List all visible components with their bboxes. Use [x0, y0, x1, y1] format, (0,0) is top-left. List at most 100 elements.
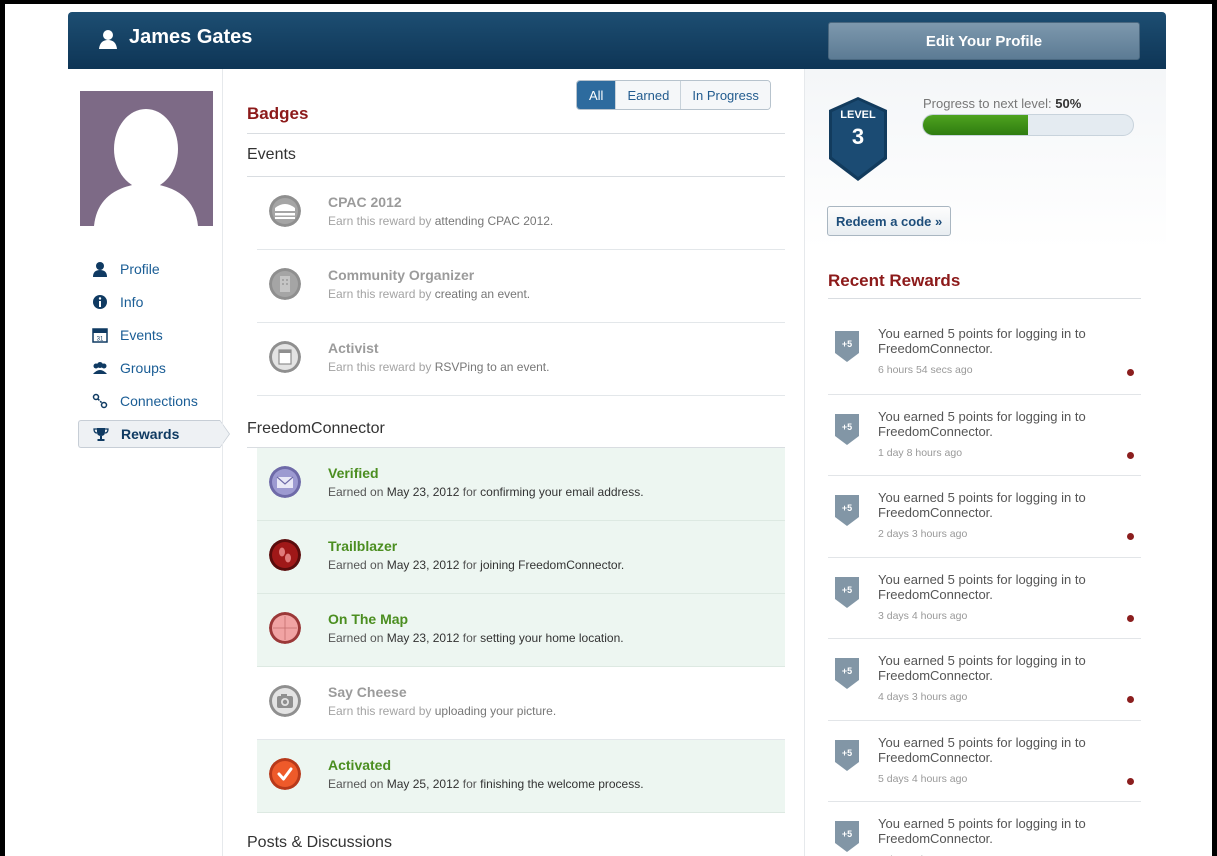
- unread-dot: [1127, 533, 1134, 540]
- points-label: +5: [842, 829, 852, 839]
- badge-description: Earn this reward by uploading your pictu…: [328, 704, 557, 718]
- section-heading-events: Events: [247, 146, 296, 163]
- points-label: +5: [842, 503, 852, 513]
- user-name: James Gates: [129, 26, 253, 48]
- points-label: +5: [842, 748, 852, 758]
- points-badge-icon: +5: [835, 495, 859, 526]
- unread-dot: [1127, 696, 1134, 703]
- window-frame-left: [0, 0, 5, 856]
- user-icon: [99, 30, 117, 49]
- filter-earned-button[interactable]: Earned: [615, 81, 681, 109]
- sidebar-nav: Profile Info 31 Events Groups Connection…: [78, 252, 230, 448]
- level-progress-fill: [923, 115, 1028, 135]
- badge-name: Activist: [328, 340, 379, 356]
- unread-dot: [1127, 614, 1134, 622]
- sidebar-item-groups[interactable]: Groups: [78, 351, 230, 384]
- reward-text: You earned 5 points for logging in to Fr…: [878, 326, 1086, 356]
- sidebar-divider: [222, 69, 223, 856]
- badge-name: CPAC 2012: [328, 194, 402, 210]
- connections-icon: [92, 393, 108, 408]
- badge-name: Community Organizer: [328, 267, 475, 283]
- sidebar-item-events[interactable]: 31 Events: [78, 318, 230, 351]
- level-progress-bar: [922, 114, 1134, 136]
- reward-time: 2 days 3 hours ago: [878, 528, 968, 540]
- reward-text: You earned 5 points for logging in to Fr…: [878, 571, 1086, 602]
- sidebar-item-label: Profile: [120, 260, 160, 277]
- badge-row[interactable]: Trailblazer Earned on May 23, 2012 for j…: [257, 521, 785, 594]
- sidebar-item-label: Info: [120, 293, 144, 310]
- reward-item[interactable]: +5 You earned 5 points for logging in to …: [828, 312, 1141, 394]
- reward-text: You earned 5 points for logging in to Fr…: [878, 490, 1086, 520]
- badge-row[interactable]: Community Organizer Earn this reward by …: [257, 250, 785, 323]
- sidebar-item-connections[interactable]: Connections: [78, 384, 230, 417]
- reward-item[interactable]: +5 You earned 5 points for logging in to …: [828, 801, 1141, 856]
- default-avatar-icon: [80, 91, 213, 226]
- reward-item[interactable]: +5 You earned 5 points for logging in to …: [828, 393, 1141, 476]
- info-icon: [93, 294, 107, 309]
- points-label: +5: [842, 339, 852, 349]
- points-label: +5: [842, 422, 852, 432]
- profile-container: James Gates Edit Your Profile Profile In…: [68, 12, 1166, 856]
- reward-text: You earned 5 points for logging in to Fr…: [878, 653, 1086, 683]
- badge-name: Verified: [328, 465, 379, 481]
- badge-name: Trailblazer: [328, 538, 398, 554]
- window-frame-right: [1212, 0, 1217, 856]
- sidebar-item-info[interactable]: Info: [78, 285, 230, 318]
- sidebar-item-profile[interactable]: Profile: [78, 252, 230, 285]
- flag-badge-icon: [269, 195, 301, 227]
- points-badge-icon: +5: [835, 739, 859, 771]
- user-icon: [93, 261, 107, 277]
- points-label: +5: [842, 585, 852, 595]
- badge-description: Earned on May 23, 2012 for confirming yo…: [328, 485, 644, 499]
- filter-in-progress-button[interactable]: In Progress: [680, 81, 770, 109]
- window-frame-top: [0, 0, 1217, 4]
- checkmark-badge-icon: [269, 758, 301, 790]
- reward-time: 3 days 4 hours ago: [878, 609, 968, 622]
- calendar-icon: 31: [92, 327, 108, 343]
- badge-row[interactable]: On The Map Earned on May 23, 2012 for se…: [257, 594, 785, 667]
- points-badge-icon: +5: [835, 331, 859, 362]
- edit-profile-button[interactable]: Edit Your Profile: [828, 22, 1140, 60]
- trophy-icon: [93, 428, 109, 441]
- level-panel: LEVEL 3 Progress to next level: 50% Rede…: [805, 69, 1166, 249]
- reward-text: You earned 5 points for logging in to Fr…: [878, 408, 1086, 439]
- reward-item[interactable]: +5 You earned 5 points for logging in to …: [828, 719, 1141, 802]
- reward-item[interactable]: +5 You earned 5 points for logging in to …: [828, 638, 1141, 720]
- level-number: 3: [851, 124, 865, 149]
- camera-badge-icon: [269, 685, 301, 717]
- recent-rewards-title: Recent Rewards: [828, 271, 961, 290]
- filter-all-button[interactable]: All: [577, 81, 616, 109]
- reward-item[interactable]: +5 You earned 5 points for logging in to …: [828, 475, 1141, 557]
- reward-text: You earned 5 points for logging in to Fr…: [878, 734, 1086, 765]
- badges-title: Badges: [247, 104, 309, 123]
- badge-row[interactable]: Say Cheese Earn this reward by uploading…: [257, 667, 785, 740]
- envelope-badge-icon: [269, 466, 301, 498]
- points-label: +5: [842, 666, 852, 676]
- reward-time: 5 days 4 hours ago: [878, 772, 968, 785]
- badge-description: Earned on May 23, 2012 for joining Freed…: [328, 558, 625, 572]
- sidebar-item-rewards[interactable]: Rewards: [78, 420, 230, 448]
- badge-description: Earned on May 23, 2012 for setting your …: [328, 631, 624, 645]
- section-heading-freedomconnector: FreedomConnector: [247, 420, 385, 437]
- footprints-badge-icon: [269, 539, 301, 571]
- badge-row[interactable]: Activated Earned on May 25, 2012 for fin…: [257, 740, 785, 813]
- profile-header: James Gates Edit Your Profile: [68, 12, 1166, 69]
- avatar[interactable]: [80, 91, 213, 226]
- badge-name: Activated: [328, 757, 392, 773]
- points-badge-icon: +5: [835, 576, 859, 608]
- reward-time: 6 hours 54 secs ago: [878, 364, 973, 376]
- compass-badge-icon: [269, 612, 301, 644]
- badge-row[interactable]: Verified Earned on May 23, 2012 for conf…: [257, 448, 785, 521]
- level-label: LEVEL: [840, 109, 876, 121]
- calendar-badge-icon: [269, 341, 301, 373]
- groups-icon: [93, 361, 107, 374]
- points-badge-icon: +5: [835, 658, 859, 689]
- badge-row[interactable]: Activist Earn this reward by RSVPing to …: [257, 323, 785, 396]
- points-badge-icon: +5: [835, 821, 859, 852]
- building-badge-icon: [269, 268, 301, 300]
- reward-item[interactable]: +5 You earned 5 points for logging in to …: [828, 556, 1141, 639]
- sidebar-item-label: Connections: [120, 392, 198, 409]
- badge-row[interactable]: CPAC 2012 Earn this reward by attending …: [257, 177, 785, 250]
- redeem-code-button[interactable]: Redeem a code »: [827, 206, 952, 236]
- sidebar-item-label: Events: [120, 326, 163, 343]
